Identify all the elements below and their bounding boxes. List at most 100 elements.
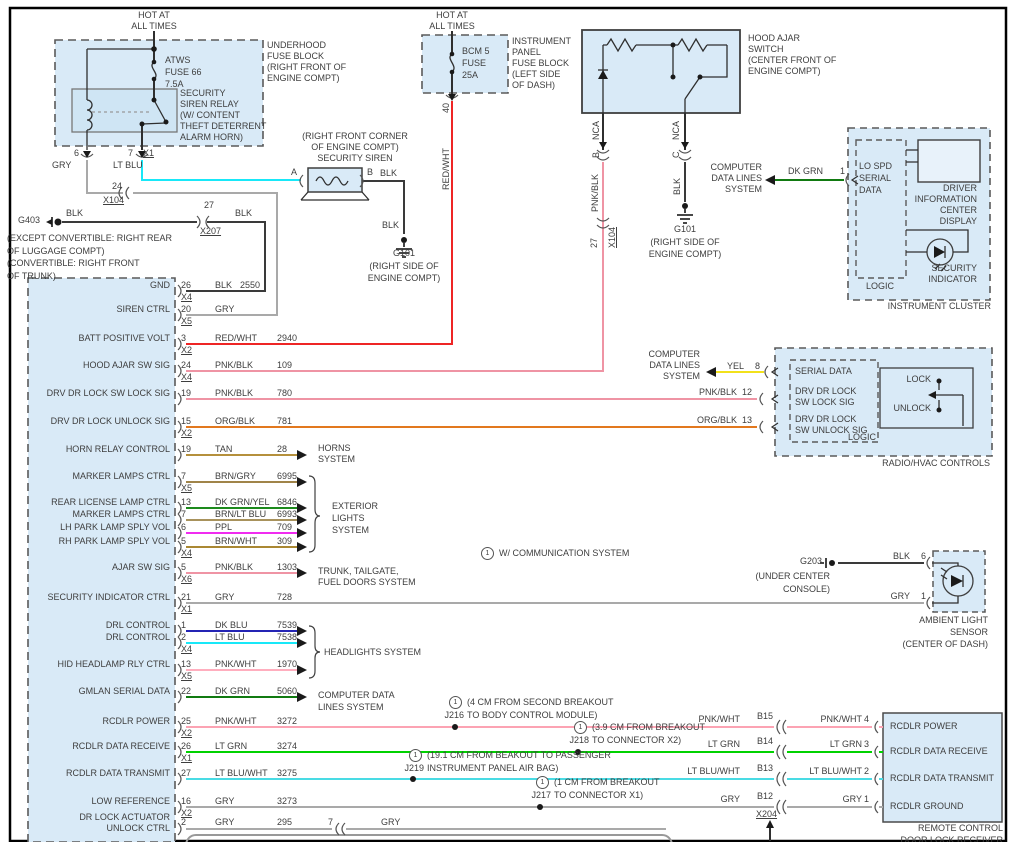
row-label: AJAR SW SIG (111, 562, 170, 572)
ambient-light-sensor-label: AMBIENT LIGHT SENSOR (CENTER OF DASH) (902, 615, 989, 649)
row-pin: 13 (181, 659, 192, 669)
annotation-line: (4 CM FROM SECOND BREAKOUT (467, 697, 614, 707)
row-color: LT GRN (215, 741, 248, 751)
row-color: DK GRN (215, 686, 251, 696)
pin-27: 27 (589, 237, 599, 248)
connector-b12: B12 (757, 791, 774, 801)
row-circuit: 781 (277, 416, 293, 426)
row-color: GRY (215, 817, 235, 827)
row-pin2: 7 (328, 817, 334, 827)
row-pin: 25 (181, 716, 192, 726)
row-circuit: 728 (277, 592, 293, 602)
row-circuit: 295 (277, 817, 293, 827)
pin-a: A (291, 167, 298, 177)
dic-display-label: DRIVER INFORMATION CENTER DISPLAY (914, 183, 977, 226)
wire-label: LT GRN (707, 739, 740, 749)
row-label: SECURITY INDICATOR CTRL (47, 592, 170, 602)
connector-x104: X104 (607, 226, 617, 248)
pin-6: 6 (921, 551, 927, 561)
row-label: RCDLR DATA RECEIVE (72, 741, 170, 751)
lo-spd-serial-data-label: LO SPD SERIAL DATA (859, 161, 893, 195)
row-color: BRN/LT BLU (215, 509, 267, 519)
bcm-fuse-label: BCM 5 FUSE 25A (462, 46, 490, 80)
siren-name-label: SECURITY SIREN (317, 153, 393, 163)
row-pin: 22 (181, 686, 192, 696)
row-circuit: 109 (277, 360, 293, 370)
row-color: PNK/WHT (215, 716, 257, 726)
annotation-line: TO CONNECTOR X2) (592, 735, 682, 745)
row-pin: 27 (181, 768, 192, 778)
pin-40: 40 (441, 102, 451, 113)
wiring-diagram: HOT AT ALL TIMES UNDERHOOD FUSE BLOCK (R… (0, 0, 1014, 842)
row-pin: 24 (181, 360, 192, 370)
wire-label: PNK/WHT (698, 714, 741, 724)
wire-blk-label: BLK (380, 168, 398, 178)
g101-location-label: (RIGHT SIDE OF ENGINE COMPT) (648, 237, 722, 259)
row-color: LT BLU/WHT (215, 768, 268, 778)
row-label: DR LOCK ACTUATOR UNLOCK CTRL (79, 812, 170, 833)
trunk-system-label: TRUNK, TAILGATE, FUEL DOORS SYSTEM (318, 566, 416, 587)
wire-label: PNK/WHT (820, 714, 863, 724)
row-pin: 13 (181, 497, 192, 507)
lock-sig-label: DRV DR LOCK SW LOCK SIG (795, 386, 857, 407)
annotation-line: TO BODY CONTROL MODULE) (467, 710, 598, 720)
row-label: HID HEADLAMP RLY CTRL (57, 659, 170, 669)
hot-at-label: HOT AT ALL TIMES (131, 10, 177, 31)
row-conn: X6 (181, 574, 193, 584)
row-label: DRV DR LOCK UNLOCK SIG (50, 416, 170, 426)
row-circuit: 6995 (277, 471, 298, 481)
exterior-lights-system-label: EXTERIOR LIGHTS SYSTEM (332, 501, 379, 535)
breakout-j218: J218 (569, 735, 589, 745)
note-1-badge: 1 (409, 749, 422, 762)
row-circuit: 3273 (277, 796, 298, 806)
computer-data-lines-label: COMPUTER DATA LINES SYSTEM (318, 690, 395, 712)
row-label: RCDLR DATA TRANSMIT (65, 768, 170, 778)
row-pin: 6 (181, 522, 187, 532)
rcdlr-port-label: RCDLR DATA TRANSMIT (890, 773, 995, 783)
pin-6: 6 (74, 148, 80, 158)
headlights-system-label: HEADLIGHTS SYSTEM (324, 647, 422, 657)
wire-redwht-label: RED/WHT (441, 148, 451, 190)
row-pin: 15 (181, 416, 192, 426)
row-color: PNK/BLK (215, 360, 254, 370)
row-circuit: 5060 (277, 686, 298, 696)
row-label: SIREN CTRL (116, 304, 170, 314)
row-color: BRN/GRY (215, 471, 256, 481)
row-color: PNK/BLK (215, 562, 254, 572)
pin-8: 8 (755, 361, 761, 371)
row-color: BRN/WHT (215, 536, 257, 546)
row-label: LH PARK LAMP SPLY VOL (60, 522, 170, 532)
annotation-line: (1 CM FROM BREAKOUT (554, 777, 660, 787)
wire-gry-label: GRY (52, 160, 72, 170)
note-1-badge: 1 (449, 696, 462, 709)
row-color: ORG/BLK (215, 416, 256, 426)
row-pin: 16 (181, 796, 192, 806)
wire-nca-label: NCA (591, 120, 601, 140)
row-circuit: 709 (277, 522, 293, 532)
row-circuit: 7538 (277, 632, 298, 642)
row-conn: X2 (181, 728, 193, 738)
row-circuit: 309 (277, 536, 293, 546)
row-color: GRY (215, 592, 235, 602)
row-color: BLK (215, 280, 233, 290)
connector-x104: X104 (103, 195, 125, 205)
row-color: RED/WHT (215, 333, 257, 343)
row-pin: 1 (181, 620, 187, 630)
pin-24: 24 (112, 181, 123, 191)
row-pin: 2 (181, 817, 187, 827)
row-pin: 26 (181, 741, 192, 751)
row-pin: 19 (181, 444, 192, 454)
annotation-line: (19.1 CM FROM BEAKOUT TO PASSENGER (427, 750, 611, 760)
pin-4: 4 (864, 714, 870, 724)
breakout-j216: J216 (444, 710, 464, 720)
row-pin: 21 (181, 592, 192, 602)
row-conn: X1 (181, 604, 193, 614)
row-label: MARKER LAMPS CTRL (72, 471, 170, 481)
connector-x207: X207 (200, 226, 222, 236)
pin-13: 13 (742, 415, 753, 425)
unlock-label: UNLOCK (893, 403, 931, 413)
hot-at-label: HOT AT ALL TIMES (429, 10, 475, 31)
pin-1: 1 (921, 591, 927, 601)
breakout-j219: J219 (404, 763, 424, 773)
ground-g203: G203 (799, 556, 822, 566)
